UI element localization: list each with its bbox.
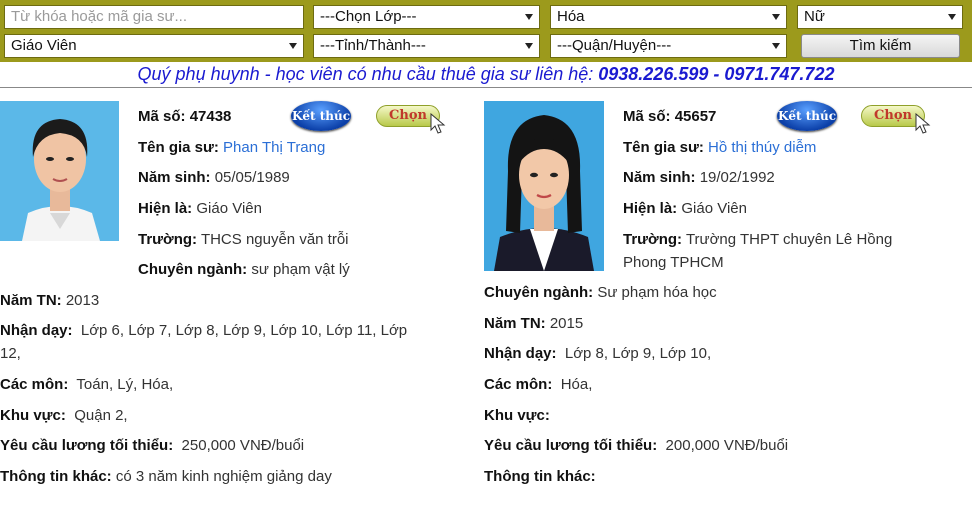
tutor-school-cont: Phong TPHCM (623, 254, 724, 271)
tutor-area: Khu vực: (484, 407, 550, 424)
grade-select[interactable]: ---Chọn Lớp--- (313, 5, 540, 29)
tutor-birth: Năm sinh: 19/02/1992 (623, 169, 775, 186)
subject-select[interactable]: Hóa (550, 5, 787, 29)
tutor-major: Chuyên ngành: Sư phạm hóa học (484, 284, 717, 301)
tutor-name: Tên gia sư: Hồ thị thúy diễm (623, 139, 817, 156)
cursor-icon (430, 113, 446, 134)
search-bar: Từ khóa hoặc mã gia sư... ---Chọn Lớp---… (0, 0, 972, 62)
tutor-school: Trường: Trường THPT chuyên Lê Hồng (623, 231, 893, 248)
district-select-value: ---Quận/Huyện--- (557, 37, 672, 54)
tutor-salary: Yêu cầu lương tối thiểu: 200,000 VNĐ/buổ… (484, 437, 789, 454)
role-select[interactable]: Giáo Viên (4, 34, 304, 58)
tutor-name-link[interactable]: Phan Thị Trang (223, 139, 325, 156)
tutor-photo[interactable] (0, 101, 119, 241)
tutor-area: Khu vực: Quận 2, (0, 407, 128, 424)
status-badge-ended: Kết thúc (777, 101, 837, 131)
tutor-major: Chuyên ngành: sư phạm vật lý (138, 261, 350, 278)
role-select-value: Giáo Viên (11, 37, 77, 54)
chevron-down-icon (525, 43, 533, 49)
tutor-current: Hiện là: Giáo Viên (623, 200, 747, 217)
tutor-photo[interactable] (484, 101, 604, 271)
tutor-other: Thông tin khác: (484, 468, 596, 485)
hotline-phones: 0938.226.599 - 0971.747.722 (598, 64, 835, 84)
keyword-input[interactable]: Từ khóa hoặc mã gia sư... (4, 5, 304, 29)
divider (0, 87, 972, 88)
tutor-name-link[interactable]: Hồ thị thúy diễm (708, 139, 816, 156)
tutor-code: Mã số: 45657 (623, 108, 717, 125)
tutor-grades-cont: 12, (0, 345, 21, 362)
chevron-down-icon (289, 43, 297, 49)
choose-button[interactable]: Chọn (861, 103, 933, 134)
tutor-current: Hiện là: Giáo Viên (138, 200, 262, 217)
cursor-icon (915, 113, 931, 134)
tutor-subjects: Các môn: Toán, Lý, Hóa, (0, 376, 174, 393)
hotline-text: Quý phụ huynh - học viên có nhu cầu thuê… (137, 64, 599, 84)
tutor-name: Tên gia sư: Phan Thị Trang (138, 139, 326, 156)
tutor-grad-year: Năm TN: 2013 (0, 292, 100, 309)
subject-select-value: Hóa (557, 8, 585, 25)
gender-select[interactable]: Nữ (797, 5, 963, 29)
chevron-down-icon (772, 14, 780, 20)
status-badge-ended: Kết thúc (291, 101, 351, 131)
search-button[interactable]: Tìm kiếm (801, 34, 960, 58)
tutor-other: Thông tin khác: có 3 năm kinh nghiệm giả… (0, 468, 332, 485)
district-select[interactable]: ---Quận/Huyện--- (550, 34, 787, 58)
choose-button[interactable]: Chọn (376, 103, 448, 134)
chevron-down-icon (772, 43, 780, 49)
tutor-code: Mã số: 47438 (138, 108, 232, 125)
gender-select-value: Nữ (804, 8, 825, 25)
province-select[interactable]: ---Tỉnh/Thành--- (313, 34, 540, 58)
tutor-grades: Nhận dạy: Lớp 6, Lớp 7, Lớp 8, Lớp 9, Lớ… (0, 322, 408, 339)
tutor-grades: Nhận dạy: Lớp 8, Lớp 9, Lớp 10, (484, 345, 712, 362)
tutor-birth: Năm sinh: 05/05/1989 (138, 169, 290, 186)
grade-select-value: ---Chọn Lớp--- (320, 8, 417, 25)
tutor-salary: Yêu cầu lương tối thiểu: 250,000 VNĐ/buổ… (0, 437, 305, 454)
chevron-down-icon (948, 14, 956, 20)
hotline-banner: Quý phụ huynh - học viên có nhu cầu thuê… (0, 64, 972, 85)
province-select-value: ---Tỉnh/Thành--- (320, 37, 426, 54)
tutor-subjects: Các môn: Hóa, (484, 376, 593, 393)
chevron-down-icon (525, 14, 533, 20)
tutor-school: Trường: THCS nguyễn văn trỗi (138, 231, 349, 248)
tutor-grad-year: Năm TN: 2015 (484, 315, 584, 332)
